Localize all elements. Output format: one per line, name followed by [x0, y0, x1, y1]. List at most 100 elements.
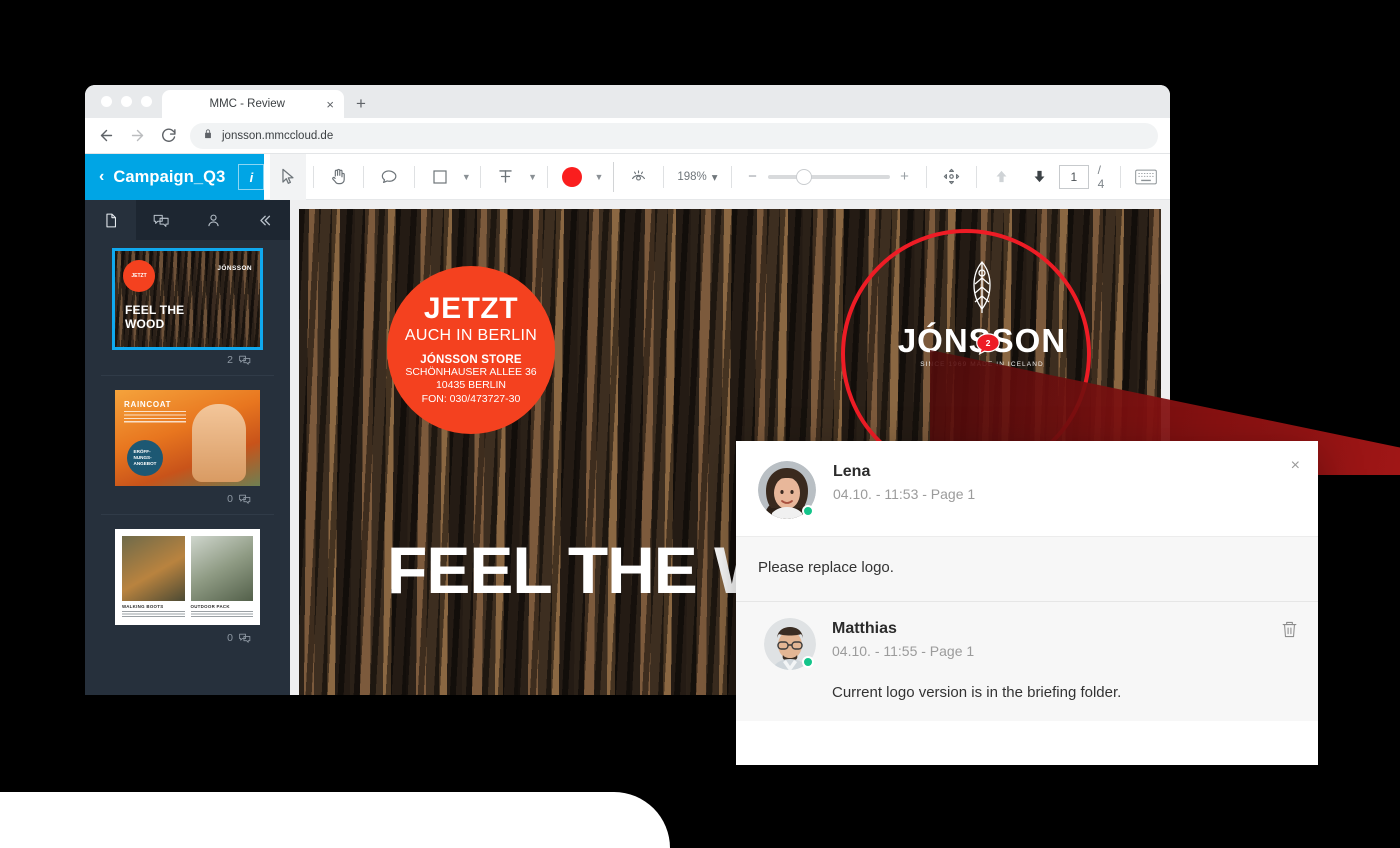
thumb1-logo: JÓNSSON	[217, 265, 252, 272]
page-thumbnail-3[interactable]: WALKING BOOTS OUTDOOR PACK	[115, 529, 260, 625]
comment-panel[interactable]: × Lena 04.10. - 11:53 - Page 1 Please re…	[736, 441, 1318, 765]
stamp-line-2: AUCH IN BERLIN	[404, 326, 538, 344]
divider	[101, 514, 274, 515]
previous-page-icon[interactable]	[984, 154, 1020, 200]
browser-tabstrip: MMC - Review × +	[85, 85, 1170, 118]
color-caret-icon[interactable]: ▼	[592, 154, 606, 200]
tab-close-icon[interactable]: ×	[318, 98, 334, 111]
reply-text: Current logo version is in the briefing …	[832, 684, 1122, 701]
stamp-line-6: FON: 030/473727-30	[421, 392, 521, 405]
thumb1-headline: FEEL THE WOOD	[125, 303, 185, 331]
comment-header: × Lena 04.10. - 11:53 - Page 1	[736, 441, 1318, 536]
info-button[interactable]: i	[238, 164, 265, 190]
reply-timestamp: 04.10. - 11:55 - Page 1	[832, 642, 975, 659]
sidebar-collapse-icon[interactable]	[239, 200, 290, 240]
app-header: ‹ Campaign_Q3 i ▼ ▼ ▼ 198% ▾ − + 1 / 4	[85, 153, 1170, 200]
address-bar[interactable]: jonsson.mmccloud.de	[190, 122, 1158, 149]
page-total-label: / 4	[1097, 162, 1105, 191]
avatar	[764, 618, 816, 670]
zoom-level-select[interactable]: 198% ▾	[671, 170, 723, 184]
thumb3-caption-right: OUTDOOR PACK	[190, 604, 230, 609]
toolbar-divider	[663, 165, 665, 188]
project-header: ‹ Campaign_Q3 i	[85, 154, 265, 200]
visibility-tool-icon[interactable]	[621, 154, 657, 200]
thumb2-badge: ERÖFF- NUNGS- ANGEBOT	[127, 440, 163, 476]
list-item[interactable]: JETZT JÓNSSON FEEL THE WOOD 2	[85, 248, 290, 390]
zoom-in-button[interactable]: +	[899, 169, 911, 184]
zoom-slider-group[interactable]: − +	[739, 168, 919, 185]
stamp-line-3: JÓNSSON STORE	[420, 353, 522, 366]
avatar	[758, 461, 816, 519]
sidebar-tab-pages[interactable]	[85, 200, 137, 240]
new-tab-icon[interactable]: +	[344, 90, 378, 118]
thumb3-caption-left: WALKING BOOTS	[122, 604, 164, 609]
shape-tool-caret-icon[interactable]: ▼	[459, 154, 473, 200]
toolbar-divider	[363, 165, 365, 188]
thumb1-comment-count: 2	[227, 354, 233, 366]
page-thumbnail-2[interactable]: RAINCOAT ERÖFF- NUNGS- ANGEBOT	[115, 390, 260, 486]
list-item[interactable]: WALKING BOOTS OUTDOOR PACK 0	[85, 529, 290, 657]
forward-icon[interactable]	[128, 127, 146, 145]
list-item[interactable]: RAINCOAT ERÖFF- NUNGS- ANGEBOT 0	[85, 390, 290, 529]
shape-tool-icon[interactable]	[422, 154, 458, 200]
annotation-comment-badge[interactable]: 2	[975, 333, 1001, 359]
chevron-down-icon: ▾	[711, 171, 718, 184]
fit-to-screen-icon[interactable]	[934, 154, 970, 200]
comment-text: Please replace logo.	[736, 536, 1318, 601]
page-title: Campaign_Q3	[113, 167, 226, 186]
thumb1-stamp: JETZT	[123, 260, 155, 292]
toolbar-divider	[1119, 165, 1121, 188]
select-tool-icon[interactable]	[270, 153, 306, 200]
toolbar-divider	[730, 165, 732, 188]
comment-reply: Matthias 04.10. - 11:55 - Page 1 Current…	[736, 601, 1318, 721]
toolbar-divider	[413, 165, 415, 188]
back-icon[interactable]	[97, 127, 115, 145]
decorative-band	[0, 792, 670, 848]
zoom-slider[interactable]	[767, 168, 890, 185]
toolbar-divider	[925, 165, 927, 188]
page-number-input[interactable]: 1	[1059, 164, 1089, 189]
thumb2-comment-count: 0	[227, 493, 233, 505]
browser-urlbar: jonsson.mmccloud.de	[85, 118, 1170, 154]
thumb2-title: RAINCOAT	[124, 400, 172, 409]
toolbar-divider	[546, 165, 548, 188]
page-thumbnail-1[interactable]: JETZT JÓNSSON FEEL THE WOOD	[112, 248, 263, 350]
window-maximize-dot[interactable]	[141, 96, 152, 107]
window-minimize-dot[interactable]	[121, 96, 132, 107]
sidebar-tab-comments[interactable]	[136, 200, 187, 240]
toolbar-divider	[976, 165, 977, 188]
thumb2-comment-badge: 0	[101, 486, 274, 514]
keyboard-shortcuts-icon[interactable]	[1128, 154, 1164, 200]
sidebar-tab-users[interactable]	[188, 200, 239, 240]
online-status-dot	[802, 505, 814, 517]
color-swatch-icon[interactable]	[555, 154, 591, 200]
editor-toolbar: ▼ ▼ ▼ 198% ▾ − + 1 / 4	[264, 153, 1170, 200]
stamp-line-1: JETZT	[423, 291, 519, 325]
next-page-icon[interactable]	[1022, 154, 1058, 200]
comment-timestamp: 04.10. - 11:53 - Page 1	[833, 485, 976, 502]
browser-tab[interactable]: MMC - Review ×	[162, 90, 344, 118]
comment-icon	[239, 494, 251, 504]
tab-title: MMC - Review	[209, 98, 285, 110]
window-controls[interactable]	[97, 85, 162, 118]
comment-icon	[239, 355, 251, 365]
sidebar: JETZT JÓNSSON FEEL THE WOOD 2 RAINCOAT E…	[85, 200, 290, 695]
comment-tool-icon[interactable]	[371, 154, 407, 200]
pan-tool-icon[interactable]	[321, 154, 357, 200]
text-tool-caret-icon[interactable]: ▼	[526, 154, 540, 200]
comment-icon	[239, 633, 251, 643]
lock-icon	[203, 128, 213, 143]
page-thumbnail-list[interactable]: JETZT JÓNSSON FEEL THE WOOD 2 RAINCOAT E…	[85, 240, 290, 695]
zoom-slider-handle[interactable]	[795, 168, 812, 185]
delete-icon[interactable]	[1281, 620, 1298, 644]
reload-icon[interactable]	[159, 127, 177, 145]
zoom-out-button[interactable]: −	[747, 169, 759, 184]
back-chevron-icon[interactable]: ‹	[99, 169, 104, 185]
text-tool-icon[interactable]	[488, 154, 524, 200]
thumb3-comment-count: 0	[227, 632, 233, 644]
toolbar-divider	[480, 165, 482, 188]
close-icon[interactable]: ×	[1291, 458, 1300, 474]
window-close-dot[interactable]	[101, 96, 112, 107]
sidebar-tabs	[85, 200, 290, 240]
thumb3-comment-badge: 0	[101, 625, 274, 653]
